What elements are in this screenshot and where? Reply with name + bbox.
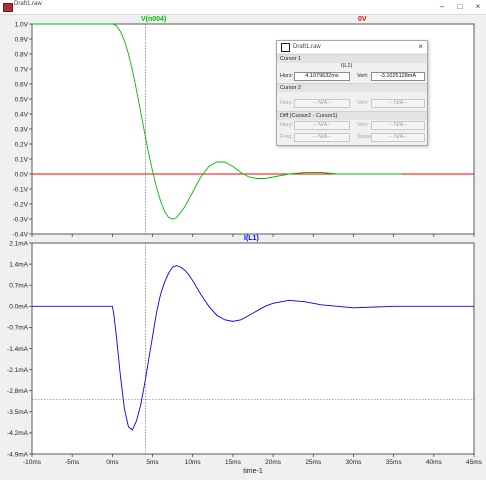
bottom-y-tick-label: 0.0mA — [9, 304, 28, 311]
trace-label-il1[interactable]: I(L1) — [244, 235, 259, 242]
cursor-2-section: Cursor 2 — [277, 83, 427, 92]
bottom-y-axis: 2.1mA 1.4mA 0.7mA 0.0mA -0.7mA -1.4mA -2.1mA -2… — [7, 240, 32, 458]
bottom-y-tick-label: -0.7mA — [7, 325, 29, 332]
top-y-tick-label: 0.1V — [15, 156, 29, 163]
x-tick-label: 15ms — [225, 459, 242, 466]
top-y-tick-label: -0.2V — [12, 201, 28, 208]
x-tick-label: 5ms — [146, 459, 159, 466]
x-tick-label: 35ms — [386, 459, 403, 466]
freq-field: -- N/A-- — [294, 133, 350, 142]
diff-horz-field: -- N/A-- — [294, 121, 350, 130]
x-tick-label: 45ms — [466, 459, 483, 466]
x-tick-label: -5ms — [65, 459, 80, 466]
diff-horz-label: Horz: — [280, 122, 294, 128]
bottom-y-tick-label: -3.5mA — [7, 409, 29, 416]
cursor-icon — [281, 43, 290, 52]
bottom-y-tick-label: 0.7mA — [9, 283, 28, 290]
cursor-dialog-titlebar: Draft1.raw × — [277, 41, 427, 53]
x-tick-label: 30ms — [346, 459, 363, 466]
cursor-1-vert-label: Vert: — [357, 73, 369, 79]
window-titlebar: Draft1.raw – □ × — [0, 0, 486, 15]
top-y-tick-label: 1.0V — [15, 21, 29, 28]
cursor-1-trace-name: I(L1) — [341, 63, 353, 69]
top-y-tick-label: 0.8V — [15, 51, 29, 58]
x-tick-label: 10ms — [185, 459, 202, 466]
minimize-icon[interactable]: – — [436, 1, 448, 12]
cursor-2-vert-label: Vert: — [357, 100, 369, 106]
diff-vert-field: -- N/A-- — [371, 121, 425, 130]
top-y-tick-label: -0.1V — [12, 186, 28, 193]
x-tick-label: -10ms — [23, 459, 42, 466]
waveform-app-icon — [3, 3, 13, 12]
diff-section: Diff (Cursor2 - Cursor1) — [277, 111, 427, 120]
bottom-y-tick-label: 1.4mA — [9, 261, 28, 268]
x-tick-label: 40ms — [426, 459, 443, 466]
cursor-dialog[interactable]: Draft1.raw × Cursor 1 I(L1) Horz: 4.1079… — [276, 40, 428, 146]
cursor-1-horz-label: Horz: — [280, 73, 294, 79]
x-tick-label: 0ms — [106, 459, 119, 466]
top-y-tick-label: -0.3V — [12, 216, 28, 223]
top-y-tick-label: 0.7V — [15, 66, 29, 73]
x-tick-label: 20ms — [265, 459, 282, 466]
x-axis-label: time-1 — [243, 468, 263, 475]
cursor-2-heading: Cursor 2 — [280, 85, 302, 91]
diff-heading: Diff (Cursor2 - Cursor1) — [280, 113, 338, 119]
top-y-tick-label: 0.9V — [15, 36, 29, 43]
top-y-tick-label: 0.3V — [15, 126, 29, 133]
x-tick-label: 25ms — [305, 459, 322, 466]
diff-vert-label: Vert: — [357, 122, 369, 128]
cursor-1-horz-field[interactable]: 4.1079632ms — [294, 72, 350, 81]
close-icon[interactable]: × — [472, 1, 484, 12]
freq-label: Freq: — [280, 134, 293, 140]
top-y-tick-label: 0.0V — [15, 171, 29, 178]
cursor-dialog-title: Draft1.raw — [293, 44, 321, 50]
bottom-pane[interactable]: I(L1) 2.1mA 1.4mA 0.7mA 0.0mA -0.7mA -1.4mA -2… — [7, 235, 475, 458]
cursor-1-vert-field[interactable]: -3.1025128mA — [371, 72, 425, 81]
window-title: Draft1.raw — [14, 1, 42, 7]
bottom-y-tick-label: -2.8mA — [7, 388, 29, 395]
top-y-tick-label: 0.5V — [15, 96, 29, 103]
top-y-tick-label: -0.4V — [12, 231, 28, 238]
bottom-y-tick-label: -1.4mA — [7, 346, 29, 353]
bottom-y-tick-label: -4.2mA — [7, 430, 29, 437]
top-y-tick-label: 0.4V — [15, 111, 29, 118]
bottom-y-tick-label: 2.1mA — [9, 240, 28, 247]
trace-label-vn004[interactable]: V(n004) — [141, 16, 166, 23]
slope-field: -- N/A-- — [371, 133, 425, 142]
cursor-2-horz-label: Horz: — [280, 100, 294, 106]
cursor-2-vert-field: -- N/A-- — [371, 99, 425, 108]
bottom-y-tick-label: -2.1mA — [7, 367, 29, 374]
cursor-2-horz-field: -- N/A-- — [294, 99, 350, 108]
top-y-tick-label: 0.2V — [15, 141, 29, 148]
maximize-icon[interactable]: □ — [454, 1, 466, 12]
cursor-1-section: Cursor 1 — [277, 54, 427, 63]
bottom-y-tick-label: -4.9mA — [7, 451, 29, 458]
top-y-tick-label: 0.6V — [15, 81, 29, 88]
close-icon[interactable]: × — [418, 42, 423, 51]
top-y-axis: 1.0V 0.9V 0.8V 0.7V 0.6V 0.5V 0.4V 0.3V 0.2V 0.1V… — [12, 21, 32, 238]
trace-label-0v[interactable]: 0V — [358, 16, 367, 23]
cursor-1-heading: Cursor 1 — [280, 56, 302, 62]
